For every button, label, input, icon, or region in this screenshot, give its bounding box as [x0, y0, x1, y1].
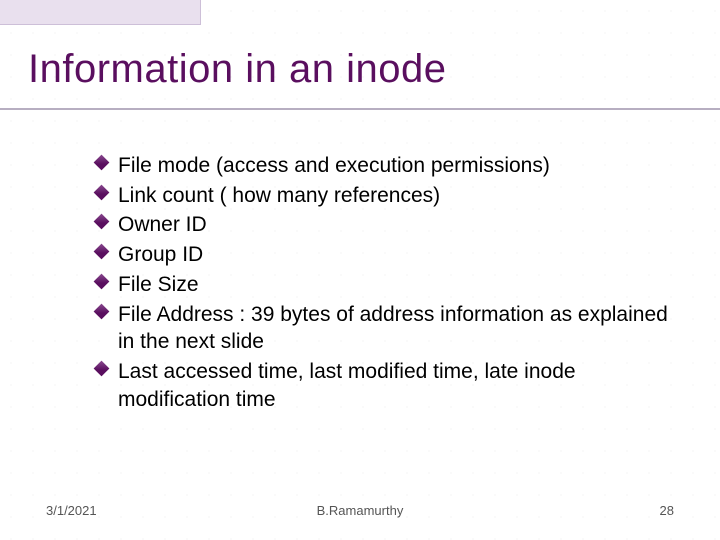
list-item: Link count ( how many references) [96, 182, 670, 210]
title-underline [0, 108, 720, 110]
list-item: File Address : 39 bytes of address infor… [96, 301, 670, 356]
diamond-bullet-icon [94, 214, 110, 230]
list-item-text: File mode (access and execution permissi… [118, 154, 550, 177]
footer-page-number: 28 [660, 503, 674, 518]
bullet-list: File mode (access and execution permissi… [96, 152, 670, 413]
list-item: Owner ID [96, 211, 670, 239]
diamond-bullet-icon [94, 184, 110, 200]
list-item: Group ID [96, 241, 670, 269]
list-item-text: File Address : 39 bytes of address infor… [118, 303, 668, 354]
diamond-bullet-icon [94, 244, 110, 260]
diamond-bullet-icon [94, 361, 110, 377]
body-content: File mode (access and execution permissi… [96, 152, 670, 415]
template-accent-box [0, 0, 201, 25]
list-item-text: Owner ID [118, 213, 207, 236]
list-item-text: Link count ( how many references) [118, 184, 440, 207]
diamond-bullet-icon [94, 274, 110, 290]
footer-date: 3/1/2021 [46, 503, 97, 518]
slide: Information in an inode File mode (acces… [0, 0, 720, 540]
slide-title: Information in an inode [28, 48, 700, 90]
list-item: File mode (access and execution permissi… [96, 152, 670, 180]
footer-author: B.Ramamurthy [46, 503, 674, 518]
list-item-text: File Size [118, 273, 199, 296]
list-item: File Size [96, 271, 670, 299]
diamond-bullet-icon [94, 303, 110, 319]
diamond-bullet-icon [94, 155, 110, 171]
list-item-text: Last accessed time, last modified time, … [118, 360, 576, 411]
footer: 3/1/2021 B.Ramamurthy 28 [46, 503, 674, 518]
list-item-text: Group ID [118, 243, 203, 266]
list-item: Last accessed time, last modified time, … [96, 358, 670, 413]
